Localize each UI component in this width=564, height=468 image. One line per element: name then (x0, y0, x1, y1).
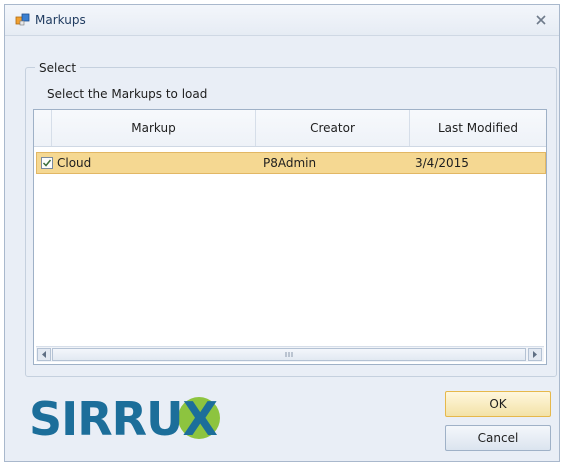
grid-header: Markup Creator Last Modified (34, 110, 546, 147)
scroll-right-icon (533, 351, 537, 358)
group-title: Select (35, 61, 81, 75)
scroll-left-button[interactable] (37, 348, 51, 361)
row-header-cell (34, 110, 52, 146)
close-button[interactable] (531, 11, 551, 29)
markups-app-icon (15, 13, 30, 26)
title-bar: Markups (5, 5, 559, 36)
table-row[interactable]: Cloud P8Admin 3/4/2015 (36, 152, 546, 174)
checkmark-icon (42, 159, 52, 167)
ok-button[interactable]: OK (445, 391, 551, 417)
svg-text:SIRRUX: SIRRUX (29, 393, 217, 443)
markups-dialog: Markups Select Select the Markups to loa… (4, 4, 560, 462)
cancel-button[interactable]: Cancel (445, 425, 551, 451)
column-header-creator[interactable]: Creator (256, 110, 410, 146)
scroll-right-button[interactable] (528, 348, 542, 361)
instruction-label: Select the Markups to load (47, 87, 208, 101)
grip-icon (285, 352, 293, 357)
cell-creator: P8Admin (263, 156, 317, 170)
column-header-markup[interactable]: Markup (52, 110, 256, 146)
cell-markup: Cloud (57, 156, 92, 170)
horizontal-scrollbar[interactable] (36, 346, 544, 362)
scroll-left-icon (42, 351, 46, 358)
cell-last-modified: 3/4/2015 (415, 156, 469, 170)
row-checkbox[interactable] (41, 157, 53, 169)
window-title: Markups (35, 13, 86, 27)
close-icon (536, 15, 546, 25)
sirrux-logo: SIRRUX (29, 393, 220, 443)
markups-grid: Markup Creator Last Modified Cloud P8Adm… (33, 109, 547, 365)
column-header-last-modified[interactable]: Last Modified (410, 110, 546, 146)
scroll-thumb[interactable] (52, 348, 526, 361)
